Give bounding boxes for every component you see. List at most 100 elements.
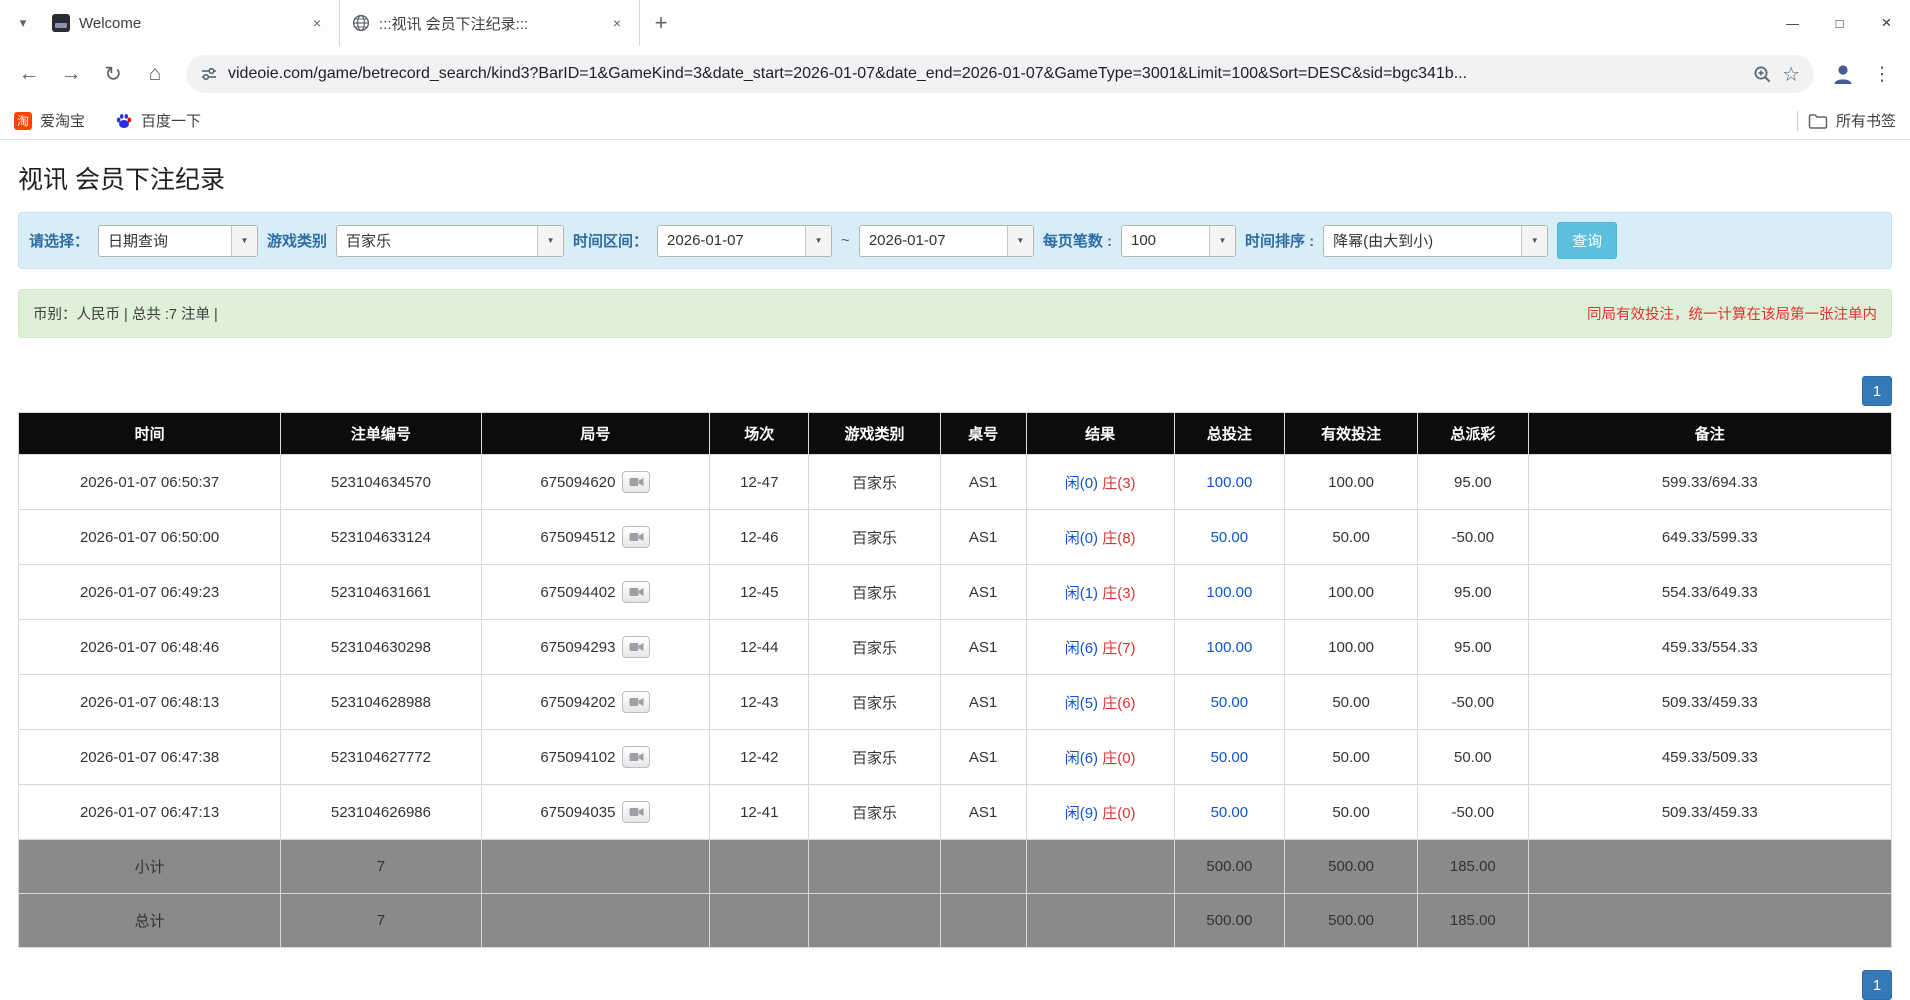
result-banker: 庄(3) [1102, 474, 1136, 492]
page-size-select[interactable]: 100 ▼ [1120, 224, 1236, 257]
page-1-button[interactable]: 1 [1862, 376, 1892, 406]
chevron-down-icon[interactable]: ▼ [1521, 225, 1548, 256]
total-bet-link[interactable]: 50.00 [1211, 694, 1249, 711]
result-player: 闲(5) [1064, 694, 1099, 712]
cell-game-type: 百家乐 [808, 454, 941, 510]
tab-search-button[interactable]: ▾ [6, 6, 40, 40]
total-bet-link[interactable]: 100.00 [1206, 639, 1252, 656]
total-bet-link[interactable]: 100.00 [1206, 584, 1252, 601]
replay-video-button[interactable] [622, 526, 651, 548]
cell-result: 闲(6) 庄(7) [1025, 619, 1175, 675]
column-header-round: 局号 [480, 412, 711, 455]
replay-video-button[interactable] [622, 636, 651, 658]
date-start-select[interactable]: 2026-01-07 ▼ [657, 224, 833, 257]
cell-session: 12-43 [709, 674, 810, 730]
bookmark-label: 爱淘宝 [40, 113, 86, 130]
chevron-down-icon[interactable]: ▼ [1006, 225, 1033, 256]
table-head: 时间 注单编号 局号 场次 游戏类别 桌号 结果 总投注 有效投注 总派彩 备注 [17, 412, 1893, 455]
chevron-down-icon[interactable]: ▼ [805, 225, 832, 256]
cell-valid-bet: 100.00 [1284, 564, 1419, 620]
url-text[interactable]: videoie.com/game/betrecord_search/kind3?… [228, 65, 1743, 83]
close-window-button[interactable]: × [1863, 0, 1910, 46]
minimize-button[interactable]: — [1769, 0, 1816, 46]
game-type-select[interactable]: 百家乐 ▼ [336, 224, 565, 257]
replay-video-button[interactable] [622, 581, 651, 603]
cell-result: 闲(0) 庄(3) [1025, 454, 1175, 510]
address-bar[interactable]: videoie.com/game/betrecord_search/kind3?… [186, 55, 1814, 93]
cell-result: 闲(1) 庄(3) [1025, 564, 1175, 620]
cell-total-bet: 50.00 [1173, 729, 1286, 785]
cell-payout: -50.00 [1417, 509, 1529, 565]
all-bookmarks-button[interactable]: 所有书签 [1808, 110, 1896, 131]
cell-bet-id: 523104631661 [280, 564, 482, 620]
total-bet-link[interactable]: 100.00 [1206, 474, 1252, 491]
bookmark-label: 百度一下 [141, 113, 202, 130]
replay-video-button[interactable] [622, 691, 651, 713]
cell-total-bet: 50.00 [1173, 509, 1286, 565]
round-number: 675094202 [540, 693, 616, 711]
cell-game-type: 百家乐 [808, 674, 941, 730]
tab-welcome[interactable]: Welcome × [40, 0, 340, 46]
tab-betrecord[interactable]: :::视讯 会员下注纪录::: × [340, 0, 640, 46]
total-bet-link[interactable]: 50.00 [1211, 529, 1249, 546]
subtotal-row: 小计 7 500.00 500.00 185.00 [17, 839, 1893, 894]
bookmark-baidu[interactable]: 百度一下 [115, 110, 201, 131]
query-type-select[interactable]: 日期查询 ▼ [98, 224, 259, 257]
table-row: 2026-01-07 06:47:13 523104626986 675094035… [17, 784, 1893, 840]
subtotal-empty-cell [1025, 839, 1175, 894]
zoom-icon[interactable] [1753, 65, 1772, 84]
page-1-button[interactable]: 1 [1862, 970, 1892, 1000]
refresh-button[interactable]: ↻ [94, 55, 132, 93]
chevron-down-icon[interactable]: ▼ [537, 225, 564, 256]
column-header-session: 场次 [709, 412, 810, 455]
date-end-select[interactable]: 2026-01-07 ▼ [858, 224, 1034, 257]
subtotal-empty-cell [480, 839, 711, 894]
cell-game-type: 百家乐 [808, 509, 941, 565]
column-header-bet-id: 注单编号 [280, 412, 482, 455]
bookmark-star-icon[interactable]: ☆ [1782, 62, 1800, 87]
cell-note: 554.33/649.33 [1527, 564, 1893, 620]
browser-menu-icon[interactable]: ⋮ [1864, 63, 1900, 86]
cell-session: 12-46 [709, 509, 810, 565]
close-icon[interactable]: × [607, 13, 627, 33]
bet-records-table: 时间 注单编号 局号 场次 游戏类别 桌号 结果 总投注 有效投注 总派彩 备注 2026-01-0… [17, 412, 1893, 948]
back-button[interactable]: ← [10, 55, 48, 93]
total-bet-link[interactable]: 50.00 [1211, 749, 1249, 766]
column-header-table-no: 桌号 [939, 412, 1027, 455]
forward-button[interactable]: → [52, 55, 90, 93]
cell-bet-id: 523104626986 [280, 784, 482, 840]
pagination-top: 1 [18, 376, 1892, 406]
profile-avatar-icon[interactable] [1830, 61, 1856, 87]
subtotal-empty-cell [709, 839, 810, 894]
replay-video-button[interactable] [622, 746, 651, 768]
minimize-icon: — [1786, 15, 1799, 31]
bookmark-taobao[interactable]: 淘 爱淘宝 [14, 110, 85, 131]
sort-select[interactable]: 降幂(由大到小) ▼ [1323, 224, 1549, 257]
chevron-down-icon[interactable]: ▼ [231, 225, 258, 256]
table-row: 2026-01-07 06:50:37 523104634570 675094620… [17, 454, 1893, 510]
chevron-down-icon[interactable]: ▼ [1208, 225, 1235, 256]
replay-video-button[interactable] [622, 471, 651, 493]
tab-title: Welcome [79, 14, 142, 32]
maximize-button[interactable]: □ [1816, 0, 1863, 46]
game-type-value: 百家乐 [346, 233, 392, 250]
site-info-icon[interactable] [200, 65, 218, 83]
table-body: 2026-01-07 06:50:37 523104634570 675094620… [17, 454, 1893, 840]
subtotal-payout: 185.00 [1417, 839, 1529, 894]
close-icon[interactable]: × [307, 13, 327, 33]
total-empty-cell [808, 893, 941, 948]
replay-video-button[interactable] [622, 801, 651, 823]
column-header-result: 结果 [1025, 412, 1175, 455]
table-row: 2026-01-07 06:49:23 523104631661 675094402… [17, 564, 1893, 620]
new-tab-button[interactable]: + [644, 6, 678, 40]
cell-total-bet: 50.00 [1173, 674, 1286, 730]
taobao-icon: 淘 [14, 111, 32, 130]
total-bet-link[interactable]: 50.00 [1211, 804, 1249, 821]
search-button[interactable]: 查询 [1557, 222, 1618, 259]
subtotal-label: 小计 [17, 839, 282, 894]
round-number: 675094035 [540, 803, 616, 821]
baidu-paw-icon [116, 113, 132, 128]
home-button[interactable]: ⌂ [136, 55, 174, 93]
bookmarks-right: 所有书签 [1796, 110, 1896, 131]
folder-icon [1808, 113, 1828, 129]
